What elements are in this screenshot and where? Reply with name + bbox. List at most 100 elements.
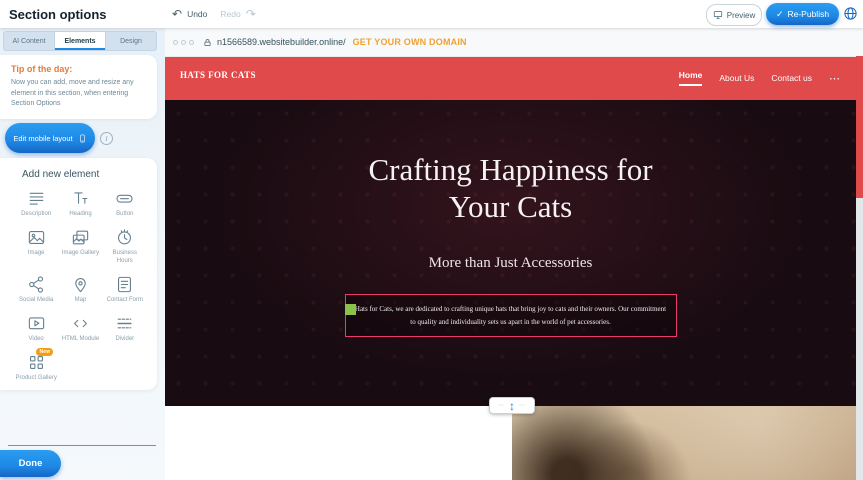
republish-button[interactable]: ✓ Re-Publish bbox=[766, 3, 839, 25]
element-label: Heading bbox=[69, 210, 91, 218]
section-resize-handle[interactable]: ⋯ ↕ ⋯ bbox=[489, 397, 535, 414]
redo-button[interactable]: Redo ↷ bbox=[220, 8, 255, 20]
element-video[interactable]: Video bbox=[14, 314, 58, 343]
element-label: Map bbox=[75, 296, 87, 304]
resize-arrows-icon: ↕ bbox=[509, 400, 515, 412]
element-heading[interactable]: Heading bbox=[58, 189, 102, 218]
site-nav: Home About Us Contact us ⋯ bbox=[679, 56, 840, 100]
element-contact-form[interactable]: Contact Form bbox=[103, 275, 147, 304]
tab-ai-content[interactable]: AI Content bbox=[4, 32, 55, 50]
hero-paragraph-box[interactable]: Hats for Cats, we are dedicated to craft… bbox=[345, 294, 677, 337]
new-badge: New bbox=[36, 348, 53, 356]
sidebar-tabs: AI Content Elements Design bbox=[3, 31, 157, 51]
republish-label: Re-Publish bbox=[787, 9, 829, 19]
done-button[interactable]: Done bbox=[0, 450, 61, 477]
element-image-gallery[interactable]: Image Gallery bbox=[58, 228, 102, 265]
grip-dots: ⋯ bbox=[519, 403, 526, 409]
description-icon bbox=[27, 189, 46, 208]
product-gallery-icon bbox=[27, 353, 46, 372]
page-title: Section options bbox=[9, 7, 107, 22]
nav-more-icon[interactable]: ⋯ bbox=[829, 72, 840, 85]
browser-bar: n1566589.websitebuilder.online/ GET YOUR… bbox=[165, 28, 863, 57]
html-module-icon bbox=[71, 314, 90, 333]
selection-handle[interactable] bbox=[345, 304, 356, 315]
tab-elements[interactable]: Elements bbox=[55, 32, 106, 50]
monitor-icon bbox=[713, 10, 723, 20]
element-label: HTML Module bbox=[62, 335, 99, 343]
element-label: Contact Form bbox=[107, 296, 143, 304]
element-label: Social Media bbox=[19, 296, 53, 304]
element-business-hours[interactable]: Business Hours bbox=[103, 228, 147, 265]
preview-button[interactable]: Preview bbox=[706, 4, 762, 26]
globe-icon bbox=[843, 6, 858, 21]
element-product-gallery[interactable]: New Product Gallery bbox=[14, 353, 58, 382]
video-icon bbox=[27, 314, 46, 333]
get-domain-link[interactable]: GET YOUR OWN DOMAIN bbox=[353, 37, 467, 47]
info-icon[interactable]: i bbox=[100, 132, 113, 145]
element-button[interactable]: Button bbox=[103, 189, 147, 218]
undo-button[interactable]: Undo bbox=[187, 9, 207, 19]
element-label: Image Gallery bbox=[62, 249, 99, 257]
next-section bbox=[165, 406, 856, 480]
topbar: Section options ↶ Undo Redo ↷ Preview ✓ … bbox=[0, 0, 863, 28]
tip-card: Tip of the day: Now you can add, move an… bbox=[0, 55, 157, 119]
window-dots bbox=[173, 40, 194, 45]
check-icon: ✓ bbox=[776, 10, 784, 19]
element-label: Image bbox=[28, 249, 45, 257]
preview-scrollbar[interactable] bbox=[856, 56, 863, 480]
hero-subheading[interactable]: More than Just Accessories bbox=[429, 255, 593, 272]
site-url: n1566589.websitebuilder.online/ bbox=[217, 37, 346, 47]
site-logo[interactable]: HATS FOR CATS bbox=[180, 70, 256, 80]
preview-label: Preview bbox=[727, 11, 755, 20]
redo-label: Redo bbox=[220, 9, 240, 19]
tip-body: Now you can add, move and resize any ele… bbox=[11, 78, 146, 110]
language-globe-button[interactable] bbox=[843, 6, 858, 21]
heading-icon bbox=[71, 189, 90, 208]
hero-heading[interactable]: Crafting Happiness for Your Cats bbox=[350, 152, 672, 225]
element-label: Product Gallery bbox=[15, 374, 56, 382]
edit-mobile-label: Edit mobile layout bbox=[13, 134, 72, 143]
sidebar-divider bbox=[8, 445, 156, 446]
element-label: Description bbox=[21, 210, 51, 218]
site-header: HATS FOR CATS Home About Us Contact us ⋯ bbox=[165, 56, 856, 100]
element-label: Button bbox=[116, 210, 133, 218]
element-divider[interactable]: Divider bbox=[103, 314, 147, 343]
app-window: Section options ↶ Undo Redo ↷ Preview ✓ … bbox=[0, 0, 863, 480]
phone-icon bbox=[78, 132, 87, 145]
window-dot bbox=[189, 40, 194, 45]
undo-redo-group: ↶ Undo Redo ↷ bbox=[172, 0, 256, 28]
window-dot bbox=[181, 40, 186, 45]
edit-mobile-layout-button[interactable]: Edit mobile layout bbox=[5, 123, 95, 153]
element-label: Video bbox=[29, 335, 44, 343]
scrollbar-thumb[interactable] bbox=[856, 56, 863, 198]
element-grid: Description Heading Button Image Image G… bbox=[0, 189, 157, 383]
undo-icon[interactable]: ↶ bbox=[172, 8, 182, 20]
nav-about-us[interactable]: About Us bbox=[719, 73, 754, 83]
tab-design[interactable]: Design bbox=[106, 32, 156, 50]
image-gallery-icon bbox=[71, 228, 90, 247]
button-icon bbox=[115, 189, 134, 208]
tip-title: Tip of the day: bbox=[11, 64, 146, 74]
nav-home[interactable]: Home bbox=[679, 70, 703, 86]
element-label: Business Hours bbox=[104, 249, 146, 265]
lock-icon bbox=[203, 38, 212, 47]
redo-icon: ↷ bbox=[246, 8, 256, 20]
image-icon bbox=[27, 228, 46, 247]
business-hours-icon bbox=[115, 228, 134, 247]
element-html-module[interactable]: HTML Module bbox=[58, 314, 102, 343]
contact-form-icon bbox=[115, 275, 134, 294]
element-social-media[interactable]: Social Media bbox=[14, 275, 58, 304]
add-element-panel: Add new element Description Heading Butt… bbox=[0, 158, 157, 390]
element-image[interactable]: Image bbox=[14, 228, 58, 265]
hero-paragraph: Hats for Cats, we are dedicated to craft… bbox=[355, 303, 667, 328]
sidebar: AI Content Elements Design Tip of the da… bbox=[0, 28, 165, 480]
map-icon bbox=[71, 275, 90, 294]
element-map[interactable]: Map bbox=[58, 275, 102, 304]
section-photo bbox=[512, 406, 856, 480]
element-label: Divider bbox=[115, 335, 134, 343]
grip-dots: ⋯ bbox=[498, 403, 505, 409]
element-description[interactable]: Description bbox=[14, 189, 58, 218]
nav-contact-us[interactable]: Contact us bbox=[771, 73, 812, 83]
window-dot bbox=[173, 40, 178, 45]
add-element-title: Add new element bbox=[22, 169, 157, 180]
